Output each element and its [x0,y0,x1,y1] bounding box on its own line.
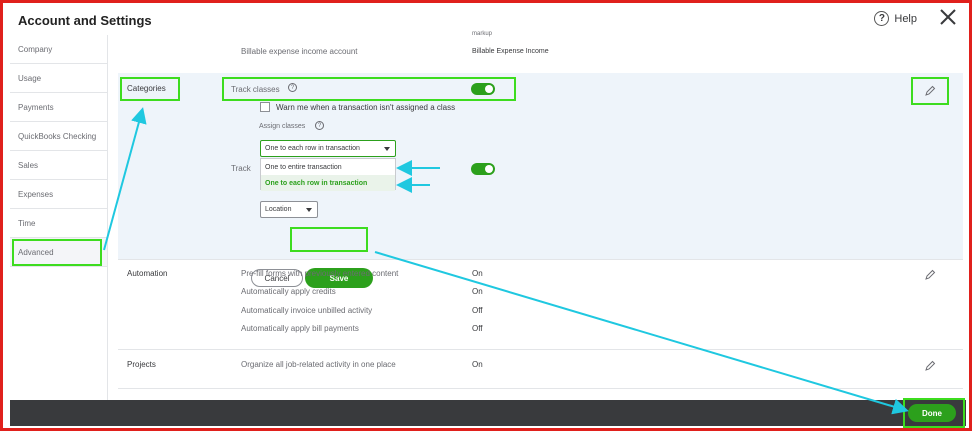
annotation-frame [0,0,972,431]
